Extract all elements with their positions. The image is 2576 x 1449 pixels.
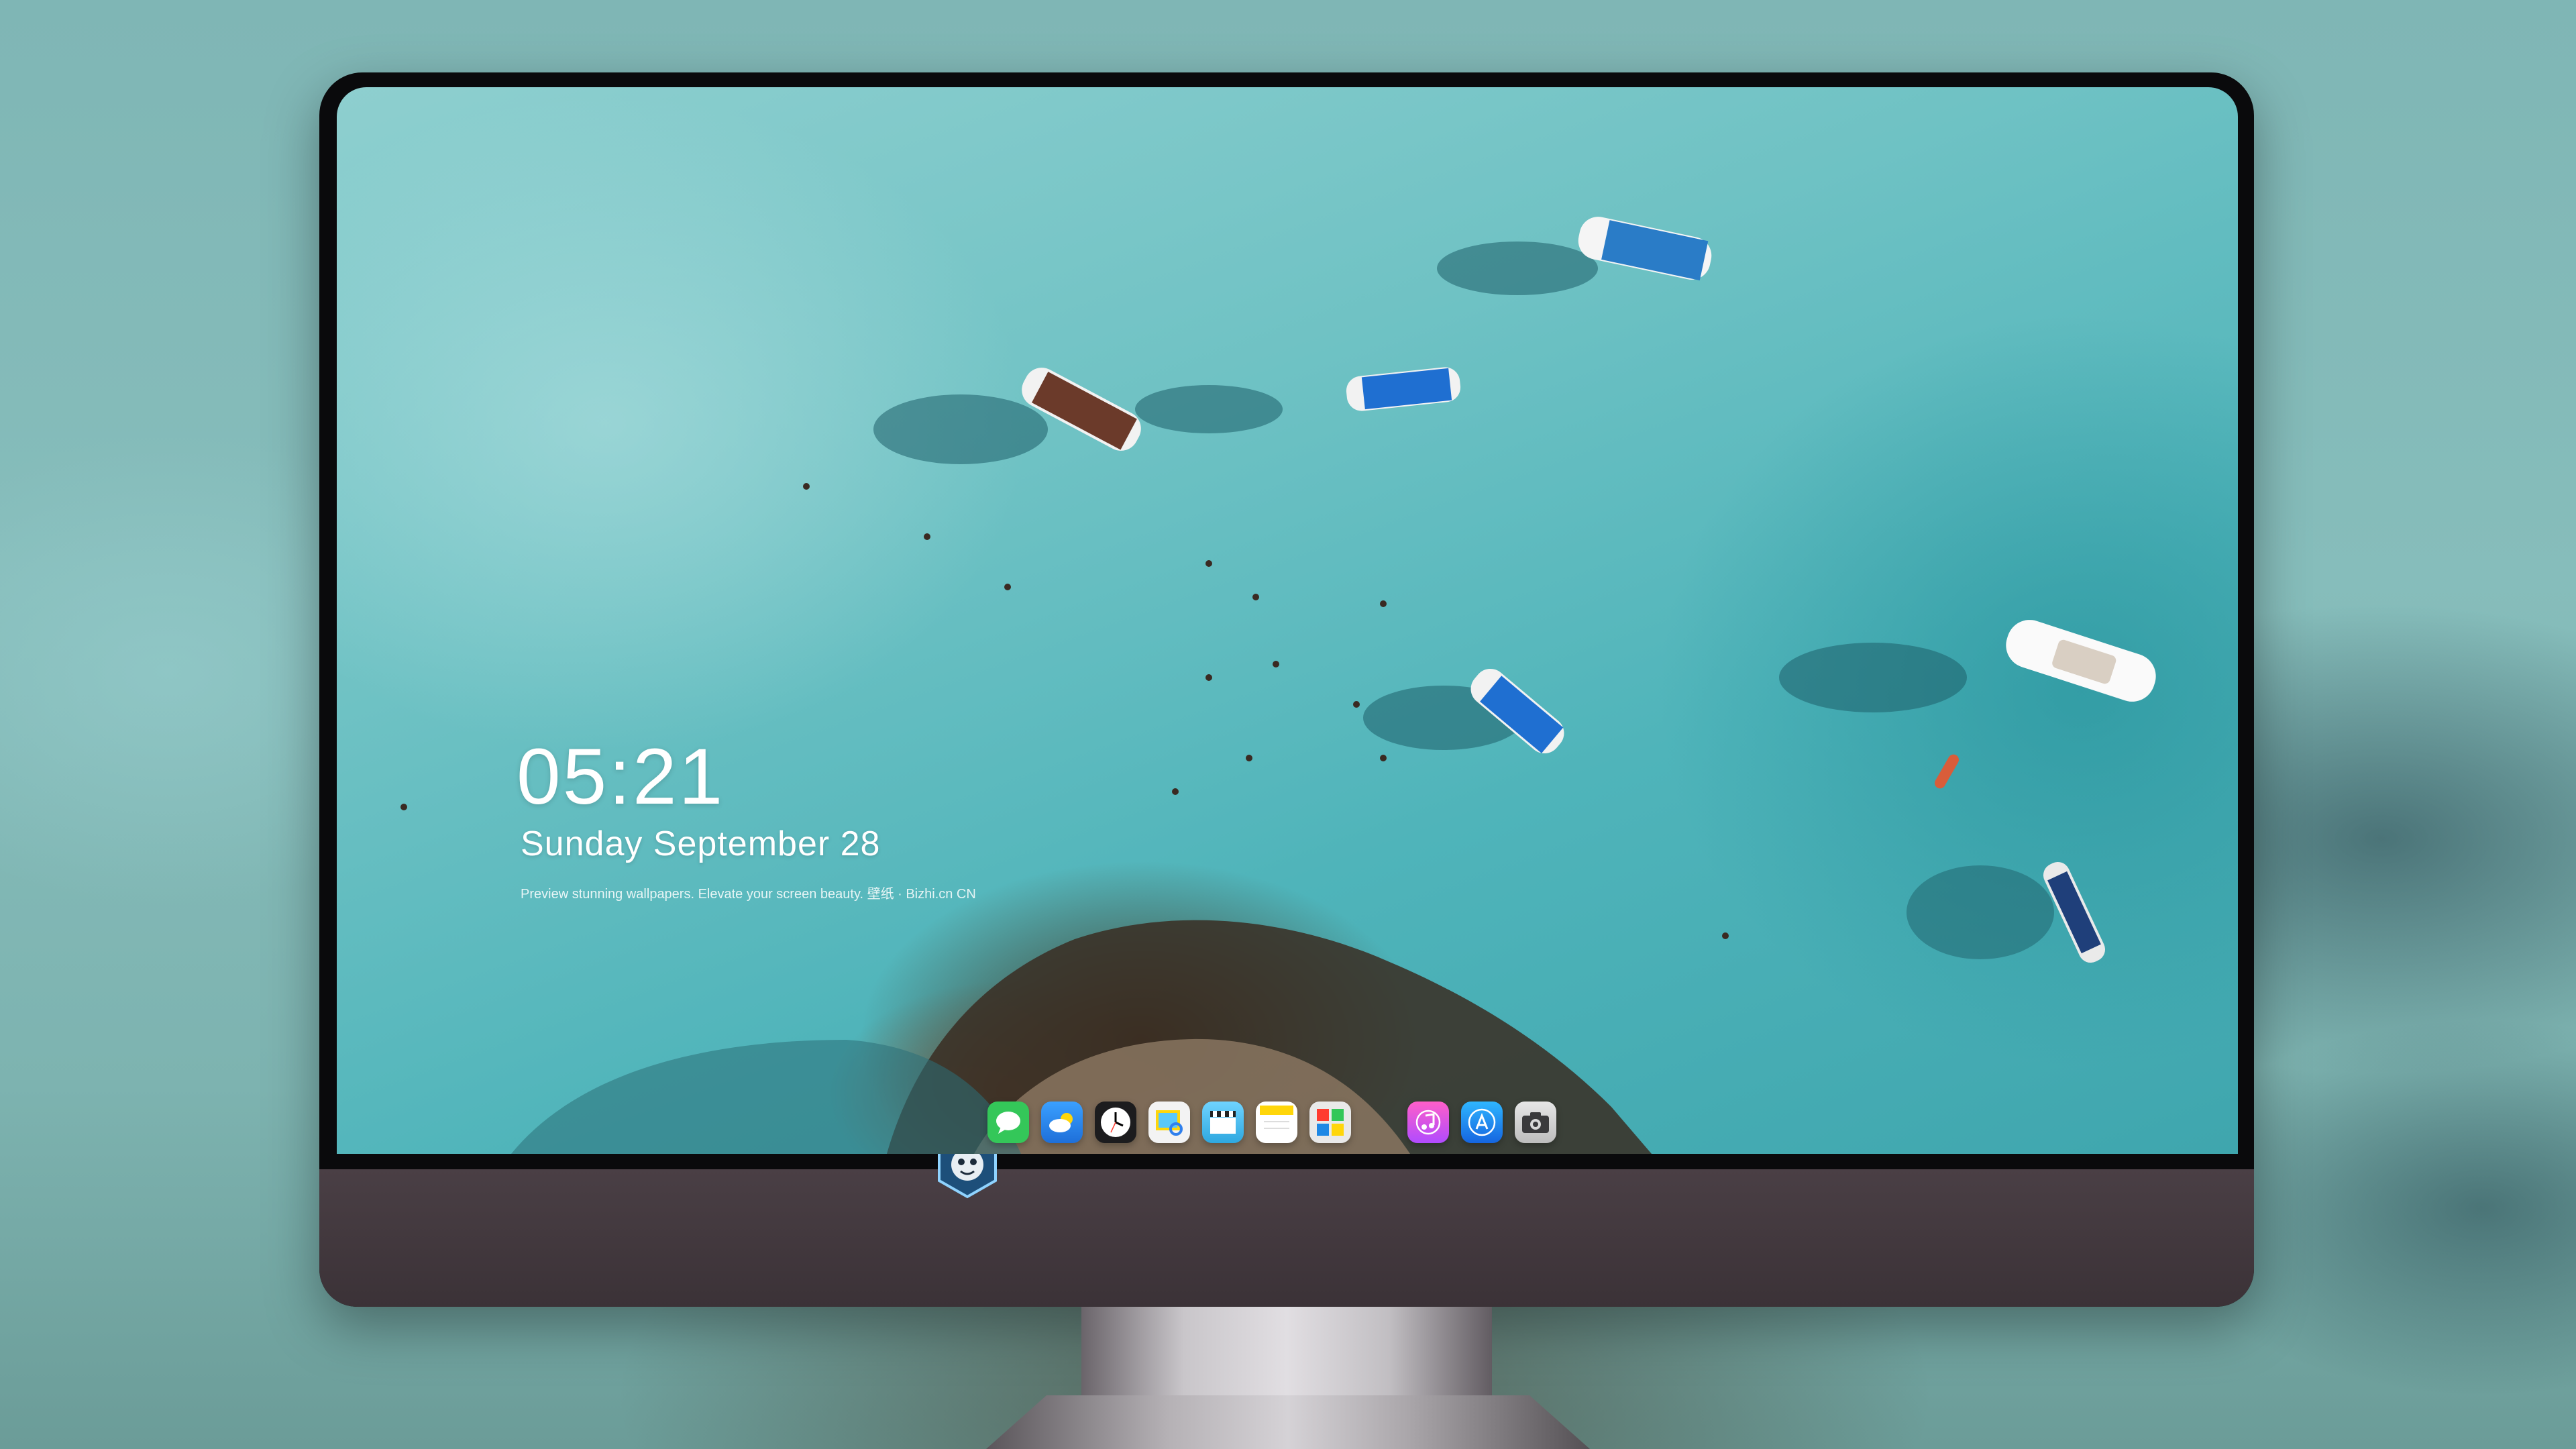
wallpaper-scene — [400, 217, 2156, 1154]
lock-screen-date: Sunday September 28 — [521, 824, 881, 863]
messages-icon[interactable] — [987, 1102, 1029, 1143]
claquette-icon[interactable] — [1202, 1102, 1244, 1143]
dock — [987, 1092, 1556, 1152]
lock-screen: 05:21 Sunday September 28 Preview stunni… — [337, 87, 2238, 1154]
lock-screen-clock: 05:21 — [517, 733, 725, 821]
photo-booth-icon[interactable] — [1309, 1102, 1351, 1143]
music-icon[interactable] — [1407, 1102, 1449, 1143]
notes-icon[interactable] — [1256, 1102, 1297, 1143]
wallpaper-tagline: Preview stunning wallpapers. Elevate you… — [521, 887, 976, 902]
preview-icon[interactable] — [1148, 1102, 1190, 1143]
monitor-chin — [319, 1169, 2254, 1307]
monitor-stand-base — [986, 1395, 1590, 1449]
app-store-icon[interactable] — [1461, 1102, 1503, 1143]
monitor-stand — [1081, 1307, 1492, 1401]
clock-icon[interactable] — [1095, 1102, 1136, 1143]
desktop-background: 05:21 Sunday September 28 Preview stunni… — [0, 0, 2576, 1449]
camera-icon[interactable] — [1515, 1102, 1556, 1143]
weather-icon[interactable] — [1041, 1102, 1083, 1143]
